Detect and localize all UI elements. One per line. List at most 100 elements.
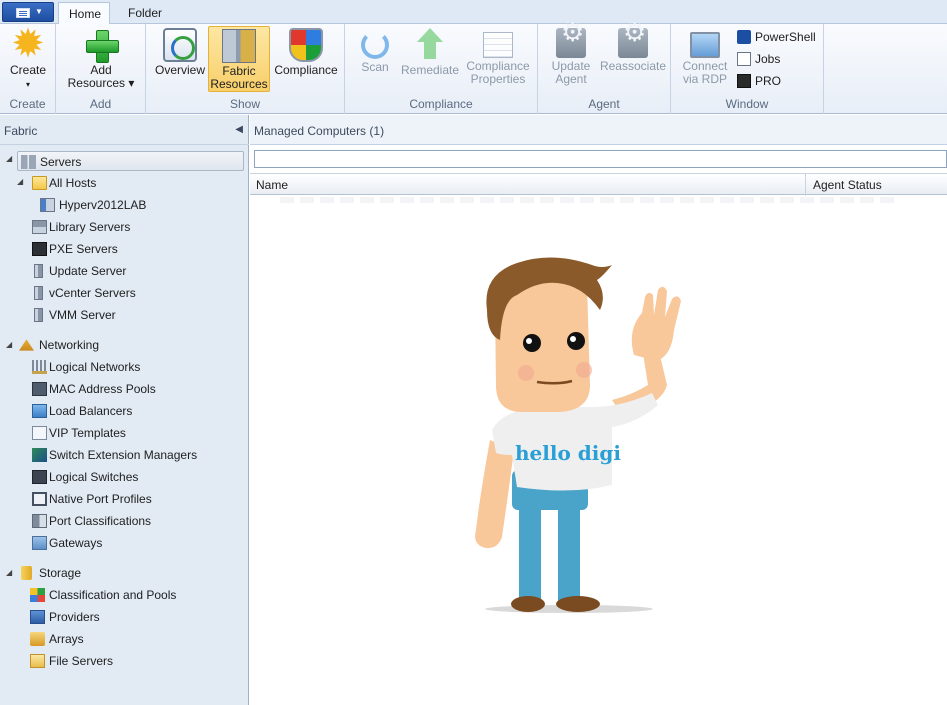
- compliance-properties-line1: Compliance: [466, 59, 530, 73]
- reassociate-label: Reassociate: [599, 59, 667, 73]
- tree-item-load-balancers[interactable]: Load Balancers: [30, 401, 240, 421]
- expand-networking-icon[interactable]: ◢: [6, 340, 12, 349]
- array-icon: [30, 632, 45, 646]
- tree-label-logical-networks: Logical Networks: [49, 360, 141, 374]
- update-server-icon: [34, 264, 43, 278]
- search-input[interactable]: [254, 150, 947, 168]
- tree-item-mac-pools[interactable]: MAC Address Pools: [30, 379, 240, 399]
- powershell-button[interactable]: PowerShell: [737, 28, 816, 48]
- tree-item-vip-templates[interactable]: VIP Templates: [30, 423, 240, 443]
- compliance-view-button[interactable]: Compliance: [272, 26, 340, 92]
- tree-label-classification-pools: Classification and Pools: [49, 588, 177, 602]
- overview-label: Overview: [154, 63, 205, 77]
- tree-item-file-servers[interactable]: File Servers: [30, 651, 240, 671]
- shield-icon: [289, 28, 323, 62]
- connect-rdp-button[interactable]: Connect via RDP: [679, 26, 731, 92]
- group-window: Connect via RDP PowerShell Jobs PRO Wind…: [671, 24, 824, 114]
- tree-item-providers[interactable]: Providers: [30, 607, 240, 627]
- fabric-label: Fabric: [222, 64, 256, 78]
- expand-all-hosts-icon[interactable]: ◢: [17, 177, 23, 186]
- tree-item-host[interactable]: Hyperv2012LAB: [40, 195, 240, 215]
- tree-item-networking[interactable]: Networking: [19, 335, 239, 355]
- tree-label-vmm-server: VMM Server: [49, 308, 116, 322]
- vcenter-server-icon: [34, 286, 43, 300]
- group-add: Add Resources ▾ Add: [56, 24, 146, 114]
- tree-item-native-port-profiles[interactable]: Native Port Profiles: [30, 489, 240, 509]
- tree-label-host: Hyperv2012LAB: [59, 198, 147, 212]
- tree-label-vip-templates: VIP Templates: [49, 426, 126, 440]
- vmm-server-icon: [34, 308, 43, 322]
- tree-item-switch-extension-managers[interactable]: Switch Extension Managers: [30, 445, 240, 465]
- remediate-button[interactable]: Remediate: [399, 26, 461, 92]
- nav-header: Fabric ◀: [0, 115, 249, 145]
- compliance-properties-button[interactable]: Compliance Properties: [463, 26, 533, 92]
- column-header-agent-status[interactable]: Agent Status: [807, 174, 947, 196]
- tree-item-classification-pools[interactable]: Classification and Pools: [30, 585, 240, 605]
- jobs-button[interactable]: Jobs: [737, 50, 780, 70]
- tree-label-logical-switches: Logical Switches: [49, 470, 139, 484]
- scan-button[interactable]: Scan: [355, 26, 395, 92]
- tab-home[interactable]: Home: [58, 2, 110, 25]
- column-header-name[interactable]: Name: [250, 174, 806, 196]
- group-label-add: Add: [89, 97, 112, 111]
- file-menu-button[interactable]: ▼: [2, 2, 54, 22]
- gateway-icon: [32, 536, 47, 550]
- overview-button[interactable]: Overview: [154, 26, 206, 92]
- fabric-resources-label: Resources: [210, 77, 268, 91]
- overview-icon: [163, 28, 197, 62]
- classification-icon: [30, 588, 45, 602]
- scan-label: Scan: [361, 60, 389, 74]
- file-server-icon: [30, 654, 45, 668]
- provider-icon: [30, 610, 45, 624]
- add-label: Add: [90, 63, 112, 77]
- tree-item-pxe-servers[interactable]: PXE Servers: [30, 239, 240, 259]
- tree-label-vcenter-servers: vCenter Servers: [49, 286, 136, 300]
- tree-label-mac-pools: MAC Address Pools: [49, 382, 156, 396]
- reassociate-gear-icon: [618, 26, 648, 58]
- fabric-resources-button[interactable]: Fabric Resources: [208, 26, 270, 92]
- tab-folder[interactable]: Folder: [118, 2, 174, 25]
- tree-item-logical-switches[interactable]: Logical Switches: [30, 467, 240, 487]
- networking-icon: [19, 339, 34, 351]
- powershell-label: PowerShell: [755, 30, 816, 44]
- tree-label-file-servers: File Servers: [49, 654, 114, 668]
- jobs-label: Jobs: [755, 52, 781, 66]
- tree-item-servers[interactable]: Servers: [17, 151, 244, 171]
- update-agent-button[interactable]: Update Agent: [546, 26, 596, 92]
- jobs-list-icon: [737, 52, 751, 66]
- rdp-line2: via RDP: [682, 72, 727, 86]
- tree-label-load-balancers: Load Balancers: [49, 404, 133, 418]
- results-title: Managed Computers (1): [250, 115, 947, 145]
- expand-servers-icon[interactable]: ◢: [6, 154, 12, 163]
- obscured-table-row[interactable]: [280, 197, 900, 203]
- tree-item-vcenter-servers[interactable]: vCenter Servers: [30, 283, 240, 303]
- tree-item-arrays[interactable]: Arrays: [30, 629, 240, 649]
- collapse-pane-icon[interactable]: ◀: [235, 124, 243, 135]
- pro-icon: [737, 74, 751, 88]
- group-label-window: Window: [725, 97, 769, 111]
- add-resources-label: Resources ▾: [67, 76, 135, 90]
- menu-icon: [16, 8, 30, 18]
- reassociate-button[interactable]: Reassociate: [598, 26, 668, 92]
- group-label-compliance: Compliance: [409, 97, 473, 111]
- tree-label-native-port-profiles: Native Port Profiles: [49, 492, 152, 506]
- tree-item-logical-networks[interactable]: Logical Networks: [30, 357, 240, 377]
- pro-button[interactable]: PRO: [737, 72, 781, 92]
- tree-item-port-classifications[interactable]: Port Classifications: [30, 511, 240, 531]
- update-agent-gear-icon: [556, 26, 586, 58]
- tree-item-all-hosts[interactable]: All Hosts: [30, 173, 230, 193]
- expand-storage-icon[interactable]: ◢: [6, 568, 12, 577]
- group-agent: Update Agent Reassociate Agent: [538, 24, 671, 114]
- tree-item-storage[interactable]: Storage: [19, 563, 239, 583]
- tree-item-gateways[interactable]: Gateways: [30, 533, 240, 553]
- tree-item-library-servers[interactable]: Library Servers: [30, 217, 240, 237]
- add-resources-button[interactable]: Add Resources ▾: [66, 26, 136, 92]
- chevron-down-icon: ▼: [35, 7, 43, 16]
- tree-item-update-server[interactable]: Update Server: [30, 261, 240, 281]
- create-button[interactable]: Create ▾: [4, 22, 52, 92]
- vmm-console-window: ▼ Home Folder Create ▾ Create Add Resour…: [0, 0, 947, 705]
- tree-label-port-classifications: Port Classifications: [49, 514, 152, 528]
- grid-header: Name Agent Status: [250, 173, 947, 196]
- tree-label-servers: Servers: [40, 155, 82, 169]
- tree-item-vmm-server[interactable]: VMM Server: [30, 305, 240, 325]
